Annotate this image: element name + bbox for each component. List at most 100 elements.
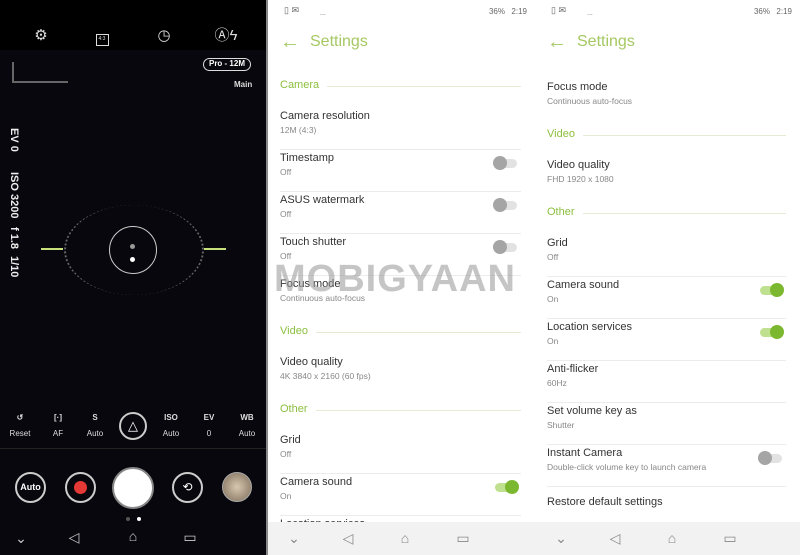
recents-icon[interactable]: ▭ [718, 530, 742, 547]
settings-list: Camera Camera resolution 12M (4:3) Timestam… [268, 78, 535, 555]
iso-readout: ISO 3200 [8, 172, 20, 219]
control-af[interactable]: [·] AF [38, 413, 78, 438]
toggle-switch[interactable] [760, 283, 784, 297]
back-icon[interactable]: ◁ [62, 529, 86, 546]
focus-ring[interactable] [109, 226, 157, 274]
watermark: MOBIGYAAN [274, 258, 516, 300]
chevron-down-icon[interactable]: ⌄ [282, 530, 306, 547]
auto-flash-icon[interactable]: Ⓐϟ [214, 26, 238, 46]
setting-title: Location services [547, 321, 632, 333]
recents-icon[interactable]: ▭ [451, 530, 475, 547]
notification-more: ... [587, 10, 593, 17]
toggle-switch[interactable] [493, 156, 517, 170]
toggle-switch[interactable] [758, 451, 782, 465]
setting-value: Off [280, 449, 292, 459]
toggle-switch[interactable] [495, 480, 519, 494]
camera-pro-mode-screen: ⚙ 4:3 ◷ Ⓐϟ Pro - 12M Main EV 0 ISO 3200 … [0, 0, 266, 555]
notification-icons: ▯ ✉ [284, 5, 299, 15]
back-arrow-icon[interactable]: ← [280, 31, 300, 54]
setting-instant-camera[interactable]: Instant Camera Double-click volume key to… [547, 445, 786, 487]
timer-icon[interactable]: ◷ [154, 26, 174, 46]
section-label: Video [547, 128, 583, 140]
setting-value: 4K 3840 x 2160 (60 fps) [280, 371, 371, 381]
histogram [12, 62, 68, 83]
setting-grid[interactable]: Grid Off [547, 235, 786, 277]
toggle-switch[interactable] [493, 198, 517, 212]
mode-badge[interactable]: Pro - 12M [203, 58, 251, 71]
home-icon[interactable]: ⌂ [393, 530, 417, 546]
section-label: Other [280, 403, 316, 415]
recents-icon[interactable]: ▭ [178, 529, 202, 546]
setting-title: Grid [547, 237, 568, 249]
back-arrow-icon[interactable]: ← [547, 31, 567, 54]
setting-video-quality[interactable]: Video quality 4K 3840 x 2160 (60 fps) [280, 354, 521, 396]
setting-title: Video quality [280, 356, 343, 368]
auto-mode-button[interactable]: Auto [15, 472, 46, 503]
setting-video-quality[interactable]: Video quality FHD 1920 x 1080 [547, 157, 786, 199]
setting-value: Shutter [547, 420, 575, 430]
toggle-knob [505, 480, 519, 494]
setting-set-volume-key-as[interactable]: Set volume key as Shutter [547, 403, 786, 445]
setting-value: Off [280, 167, 292, 177]
level-indicator-left [41, 248, 63, 250]
setting-value: On [547, 336, 559, 346]
chevron-down-icon[interactable]: ⌄ [9, 530, 33, 547]
setting-camera-resolution[interactable]: Camera resolution 12M (4:3) [280, 108, 521, 150]
setting-anti-flicker[interactable]: Anti-flicker 60Hz [547, 361, 786, 403]
control-white-balance[interactable]: WB Auto [227, 413, 267, 438]
control-reset[interactable]: ↺ Reset [0, 413, 40, 438]
setting-value: Continuous auto-focus [547, 96, 633, 106]
toggle-knob [770, 325, 784, 339]
divider [0, 448, 266, 449]
section-divider [280, 332, 521, 333]
control-iso[interactable]: ISO Auto [151, 413, 191, 438]
page-title: Settings [577, 33, 635, 50]
chevron-down-icon[interactable]: ⌄ [549, 530, 573, 547]
setting-grid[interactable]: Grid Off [280, 432, 521, 474]
lens-label[interactable]: Main [234, 80, 252, 89]
ev-icon: EV [203, 413, 215, 422]
gear-icon[interactable]: ⚙ [31, 26, 51, 46]
switch-camera-icon[interactable]: ⟲ [172, 472, 203, 503]
section-header: Video [268, 324, 535, 354]
section-label: Video [280, 325, 316, 337]
toggle-switch[interactable] [493, 240, 517, 254]
page-dot [126, 517, 130, 521]
scene-icon[interactable]: △ [119, 412, 147, 440]
setting-title: Camera sound [547, 279, 620, 291]
shutter-readout: 1/10 [8, 256, 20, 278]
setting-title: Anti-flicker [547, 363, 599, 375]
setting-title: Touch shutter [280, 236, 347, 248]
setting-timestamp[interactable]: Timestamp Off [280, 150, 521, 192]
back-icon[interactable]: ◁ [603, 530, 627, 547]
section-header: Other [535, 205, 800, 235]
home-icon[interactable]: ⌂ [121, 528, 145, 544]
notification-icons: ▯ ✉ [551, 5, 566, 15]
navigation-bar: ⌄ ◁ ⌂ ▭ [268, 522, 535, 555]
gallery-thumbnail[interactable] [222, 472, 252, 502]
control-shutter-speed[interactable]: S Auto [75, 413, 115, 438]
settings-screen-scrolled: ▯ ✉... 36% 2:19 ← Settings Focus mode Continuo… [535, 0, 800, 555]
section-label: Other [547, 206, 583, 218]
iso-icon: ISO [164, 413, 178, 422]
shutter-speed-value: Auto [86, 429, 104, 438]
setting-title: Restore default settings [547, 496, 663, 508]
setting-title: ASUS watermark [280, 194, 365, 206]
home-icon[interactable]: ⌂ [660, 530, 684, 546]
setting-camera-sound[interactable]: Camera sound On [280, 474, 521, 516]
status-bar: ▯ ✉... 36% 2:19 [535, 0, 800, 22]
shutter-button[interactable] [112, 467, 154, 509]
setting-focus-mode[interactable]: Focus mode Continuous auto-focus [547, 79, 786, 121]
record-video-button[interactable] [65, 472, 96, 503]
aspect-ratio-icon[interactable]: 4:3 [92, 26, 112, 46]
setting-camera-sound[interactable]: Camera sound On [547, 277, 786, 319]
setting-value: On [547, 294, 559, 304]
white-balance-icon: WB [240, 413, 254, 422]
setting-asus-watermark[interactable]: ASUS watermark Off [280, 192, 521, 234]
setting-location-services[interactable]: Location services On [547, 319, 786, 361]
toggle-switch[interactable] [760, 325, 784, 339]
back-icon[interactable]: ◁ [336, 530, 360, 547]
reset-value: Reset [9, 429, 31, 438]
setting-title: Camera sound [280, 476, 353, 488]
control-ev[interactable]: EV 0 [189, 413, 229, 438]
